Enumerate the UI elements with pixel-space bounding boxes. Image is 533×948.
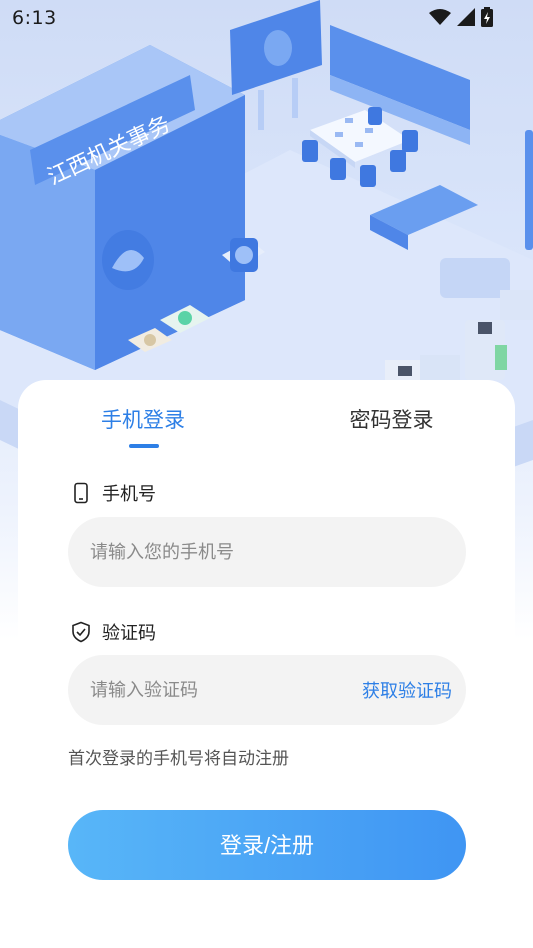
- tab-phone-login[interactable]: 手机登录: [18, 380, 268, 454]
- code-input-box[interactable]: 获取验证码: [68, 655, 466, 725]
- shield-check-icon: [72, 621, 90, 643]
- tab-password-login[interactable]: 密码登录: [268, 380, 515, 454]
- phone-label-text: 手机号: [102, 484, 156, 505]
- status-icons: [429, 7, 493, 27]
- phone-input[interactable]: [90, 517, 340, 587]
- code-field-label: 验证码: [70, 619, 156, 645]
- login-register-button[interactable]: 登录/注册: [68, 810, 466, 880]
- code-label-text: 验证码: [102, 623, 156, 644]
- phone-input-box[interactable]: [68, 517, 466, 587]
- signal-icon: [457, 8, 475, 26]
- mobile-phone-icon: [74, 482, 88, 504]
- wifi-icon: [429, 9, 451, 25]
- tab-phone-login-label: 手机登录: [101, 408, 185, 432]
- auto-register-hint: 首次登录的手机号将自动注册: [68, 749, 289, 769]
- status-bar: 6:13: [0, 0, 533, 36]
- battery-charging-icon: [481, 7, 493, 27]
- tab-active-indicator: [129, 444, 159, 448]
- phone-field-label: 手机号: [70, 480, 156, 506]
- get-code-button[interactable]: 获取验证码: [362, 677, 452, 703]
- tab-password-login-label: 密码登录: [349, 408, 434, 432]
- code-input[interactable]: [90, 655, 340, 725]
- status-time: 6:13: [12, 7, 57, 29]
